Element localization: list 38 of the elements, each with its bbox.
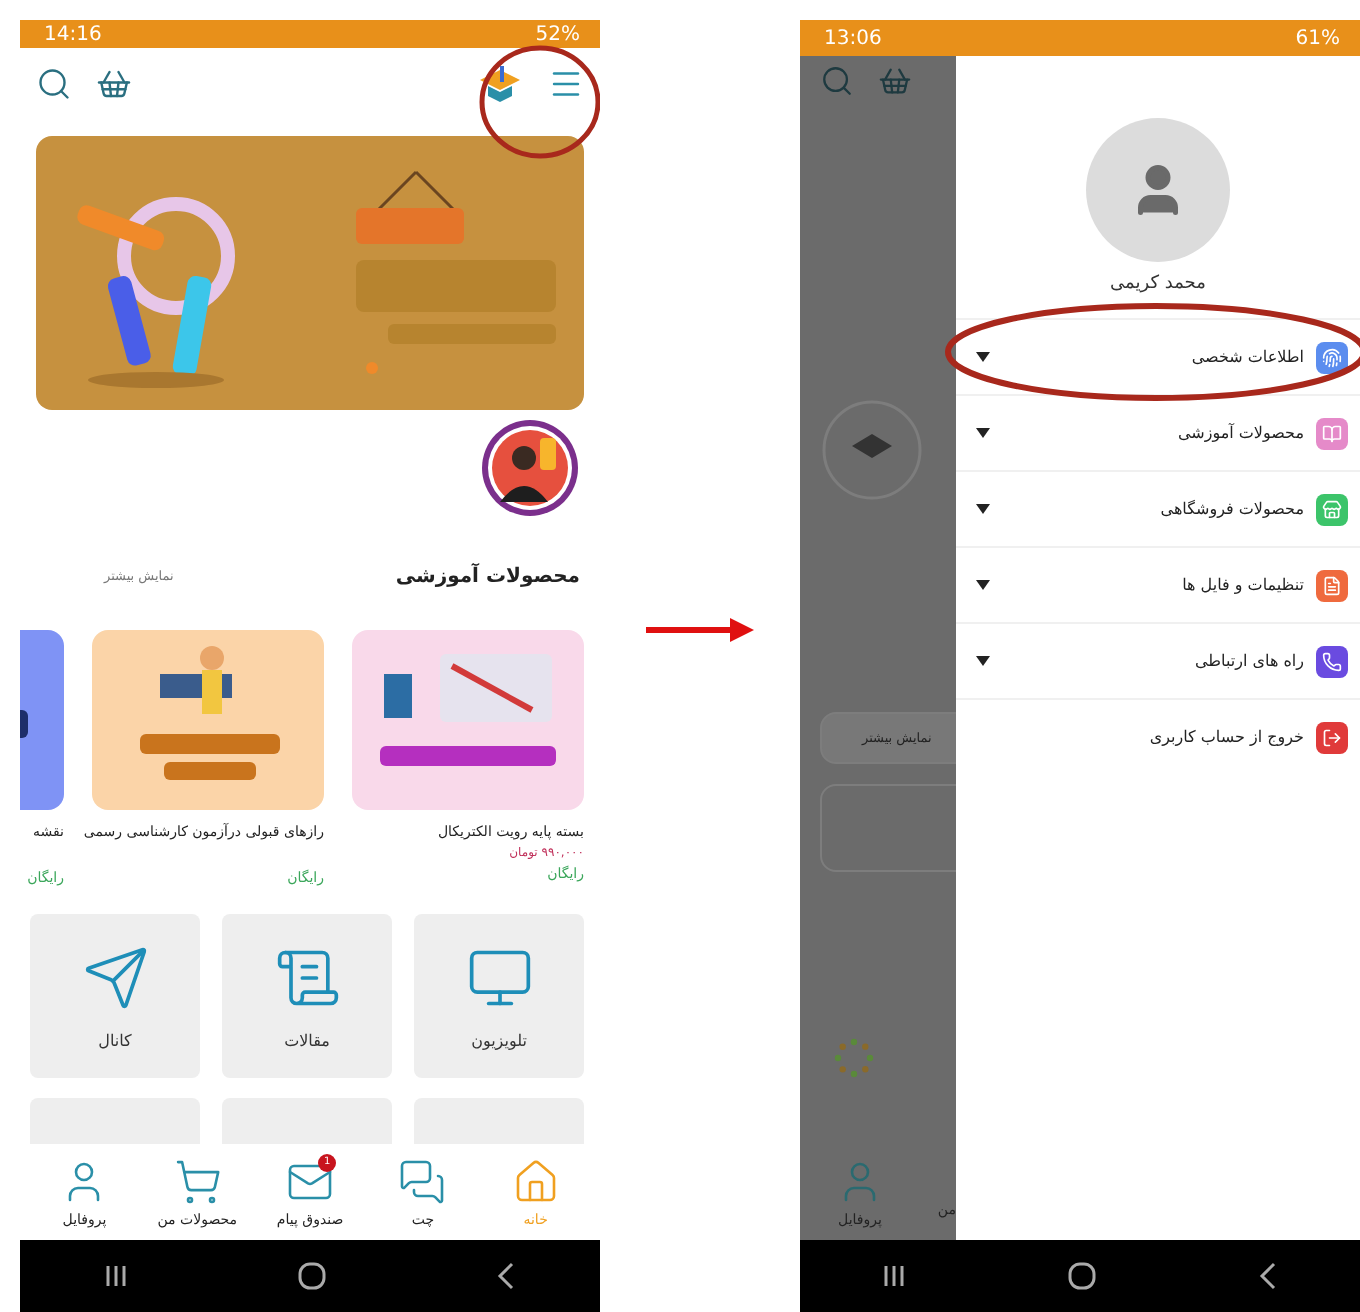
recent-apps-icon[interactable] (104, 1264, 129, 1288)
basket-icon (878, 64, 912, 98)
paper-plane-icon (81, 943, 149, 1011)
category-tile[interactable]: کانال (30, 914, 200, 1078)
category-tile[interactable]: تلویزیون (414, 914, 584, 1078)
arrow-icon (646, 618, 754, 642)
drawer-menu-item[interactable]: تنظیمات و فایل ها (956, 546, 1360, 622)
category-tile[interactable]: مقالات (222, 914, 392, 1078)
caret-icon (976, 428, 990, 438)
back-icon[interactable] (495, 1262, 516, 1290)
menu-icon[interactable] (548, 66, 584, 102)
caret-icon (976, 504, 990, 514)
drawer-menu-item[interactable]: راه های ارتباطی (956, 622, 1360, 698)
search-icon[interactable] (36, 66, 72, 102)
status-time: 13:06 (824, 27, 882, 49)
caret-icon (976, 656, 990, 666)
drawer-menu-item[interactable]: محصولات فروشگاهی (956, 470, 1360, 546)
user-name: محمد کریمی (1110, 274, 1206, 294)
drawer-menu-item[interactable]: خروج از حساب کاربری (956, 698, 1360, 774)
recent-apps-icon[interactable] (881, 1264, 906, 1288)
drawer-menu-item[interactable]: محصولات آموزشی (956, 394, 1360, 470)
back-icon[interactable] (1258, 1262, 1279, 1290)
status-time: 14:16 (44, 23, 102, 45)
home-icon (511, 1157, 560, 1205)
chat-icon (398, 1157, 447, 1205)
home-button-icon[interactable] (297, 1262, 326, 1290)
cart-icon (173, 1157, 222, 1205)
caret-icon (976, 580, 990, 590)
section-title: محصولات آموزشی (395, 565, 580, 587)
battery-level: 61% (1295, 27, 1340, 49)
battery-level: 52% (535, 23, 580, 45)
loading-spinner-icon (832, 1036, 876, 1080)
search-icon (820, 64, 854, 98)
category-circle-icon (820, 398, 924, 502)
caret-icon (976, 352, 990, 362)
home-button-icon[interactable] (1067, 1262, 1096, 1290)
logo-icon (476, 64, 524, 104)
basket-icon[interactable] (96, 66, 132, 102)
